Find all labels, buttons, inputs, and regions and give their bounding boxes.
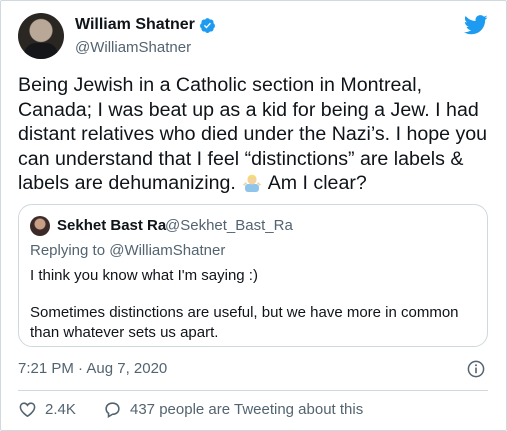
replying-to-label: Replying to xyxy=(30,242,106,259)
conversation-text: 437 people are Tweeting about this xyxy=(130,401,364,418)
replying-to-line: Replying to @WilliamShatner xyxy=(30,242,225,259)
speech-bubble-icon xyxy=(105,402,120,419)
author-avatar[interactable] xyxy=(18,13,64,59)
replying-to-handle: @WilliamShatner xyxy=(109,242,226,259)
author-name-row: William Shatner xyxy=(75,16,216,34)
quoted-author-avatar xyxy=(30,216,50,236)
like-count: 2.4K xyxy=(45,401,76,418)
conversation-button[interactable]: 437 people are Tweeting about this xyxy=(103,400,363,419)
verified-badge-icon xyxy=(199,17,215,33)
twitter-bird-icon[interactable] xyxy=(464,15,488,35)
tweet-body: Being Jewish in a Catholic section in Mo… xyxy=(18,73,496,196)
quoted-text-paragraph2: Sometimes distinctions are useful, but w… xyxy=(30,304,459,341)
tweet-card: William Shatner @WilliamShatner Being Je… xyxy=(0,0,507,431)
quoted-text-line1: I think you know what I'm saying :) xyxy=(30,267,258,284)
man-shrugging-emoji-icon xyxy=(243,174,262,192)
tweet-timestamp[interactable]: 7:21 PM · Aug 7, 2020 xyxy=(18,360,167,377)
like-button[interactable]: 2.4K xyxy=(18,400,76,419)
tweet-text-tail: Am I clear? xyxy=(267,172,367,194)
info-icon[interactable] xyxy=(467,360,485,378)
quoted-tweet[interactable]: Sekhet Bast Ra @Sekhet_Bast_Ra Replying … xyxy=(18,204,488,347)
quoted-author-name: Sekhet Bast Ra xyxy=(57,217,167,234)
actions-divider xyxy=(18,390,488,391)
author-display-name[interactable]: William Shatner xyxy=(75,16,195,34)
author-handle[interactable]: @WilliamShatner xyxy=(75,39,191,56)
avatar-shirt xyxy=(24,43,58,59)
heart-icon xyxy=(19,402,36,418)
quoted-author-handle: @Sekhet_Bast_Ra xyxy=(165,217,293,234)
